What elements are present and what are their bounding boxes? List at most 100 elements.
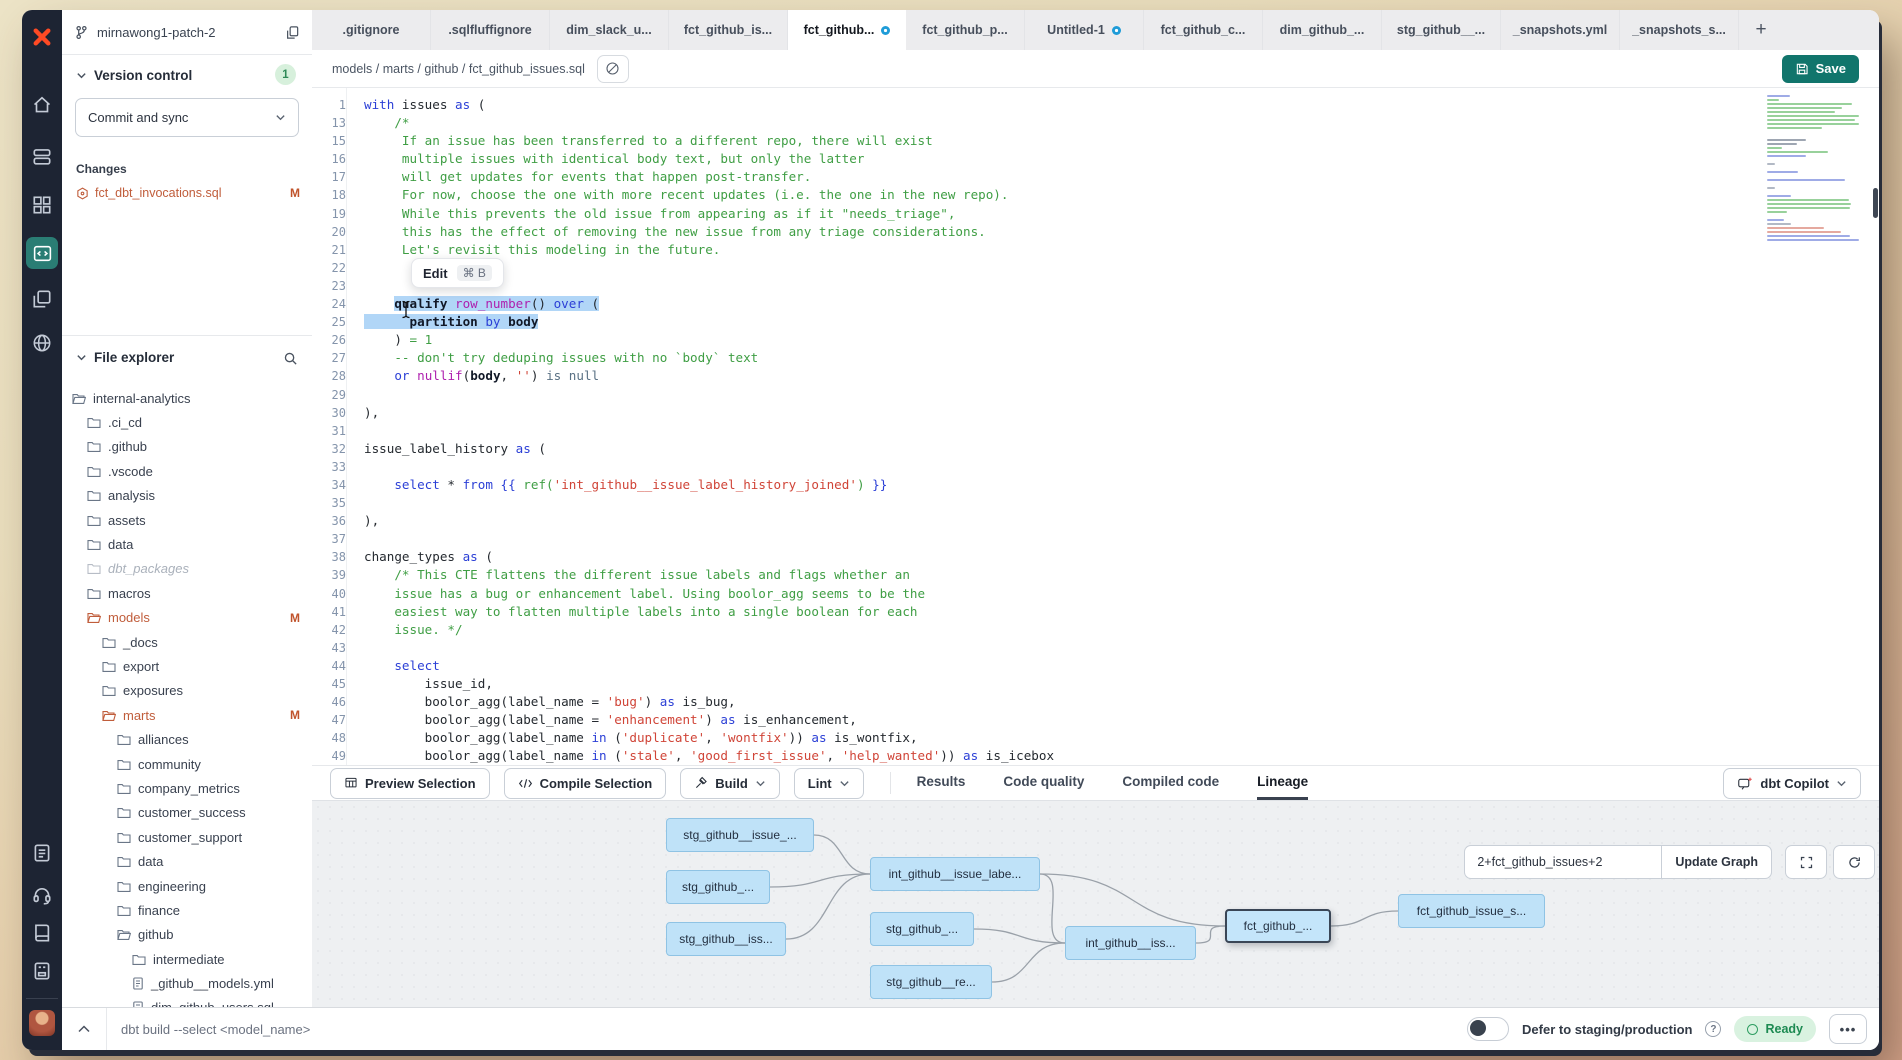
panel-tab-code-quality[interactable]: Code quality — [1003, 766, 1084, 800]
tree-item-engineering[interactable]: engineering — [62, 874, 312, 898]
tree-item-.vscode[interactable]: .vscode — [62, 459, 312, 483]
minimap-line — [1767, 163, 1775, 165]
lineage-node-8[interactable]: fct_github_issue_s... — [1398, 894, 1545, 928]
version-control-header[interactable]: Version control — [76, 68, 192, 83]
card-icon[interactable] — [31, 960, 53, 982]
tab-fct_github...[interactable]: fct_github... — [788, 10, 906, 50]
branch-row[interactable]: mirnawong1-patch-2 — [62, 10, 312, 55]
compile-selection-button[interactable]: Compile Selection — [504, 768, 667, 799]
code-editor[interactable]: 1with issues as (13 /*15 If an issue has… — [312, 88, 1879, 765]
tree-item-_github__models.yml[interactable]: _github__models.yml — [62, 971, 312, 995]
dbt-copilot-button[interactable]: dbt Copilot — [1723, 768, 1861, 799]
code-editor-icon[interactable] — [26, 237, 58, 269]
tree-item-data[interactable]: data — [62, 849, 312, 873]
expand-command-bar-button[interactable] — [62, 1008, 107, 1050]
copy-icon[interactable] — [285, 25, 300, 40]
tree-item-data[interactable]: data — [62, 532, 312, 556]
grid-icon[interactable] — [31, 194, 53, 216]
build-button[interactable]: Build — [680, 768, 780, 799]
tree-item-alliances[interactable]: alliances — [62, 727, 312, 751]
tree-item-dbt_packages[interactable]: dbt_packages — [62, 557, 312, 581]
commit-and-sync-button[interactable]: Commit and sync — [75, 98, 299, 137]
tree-item-analysis[interactable]: analysis — [62, 484, 312, 508]
minimap[interactable] — [1767, 95, 1859, 243]
tree-item-assets[interactable]: assets — [62, 508, 312, 532]
edit-tooltip[interactable]: Edit ⌘ B — [411, 258, 504, 288]
lineage-node-1[interactable]: stg_github_... — [666, 870, 770, 904]
help-icon[interactable]: ? — [1705, 1021, 1721, 1037]
tree-item-customer_support[interactable]: customer_support — [62, 825, 312, 849]
windows-icon[interactable] — [31, 288, 53, 310]
search-icon[interactable] — [283, 351, 298, 371]
tree-item-company_metrics[interactable]: company_metrics — [62, 776, 312, 800]
preview-selection-button[interactable]: Preview Selection — [330, 768, 490, 799]
update-graph-button[interactable]: Update Graph — [1661, 845, 1772, 879]
defer-toggle[interactable] — [1467, 1017, 1509, 1041]
database-icon[interactable] — [31, 146, 53, 168]
tab-stg_github__...[interactable]: stg_github__... — [1382, 10, 1501, 50]
folder-icon — [87, 489, 101, 502]
line-number: 15 — [312, 132, 354, 150]
copilot-file-icon[interactable] — [597, 55, 629, 83]
dbt-logo-icon[interactable] — [29, 24, 55, 50]
code-line-26: 26 ) = 1 — [312, 331, 1879, 349]
tab-_snapshots_s...[interactable]: _snapshots_s... — [1620, 10, 1739, 50]
tab-_snapshots.yml[interactable]: _snapshots.yml — [1501, 10, 1620, 50]
line-number: 41 — [312, 603, 354, 621]
lineage-node-7[interactable]: fct_github_... — [1225, 909, 1331, 943]
new-tab-button[interactable]: + — [1739, 10, 1783, 50]
tree-item-export[interactable]: export — [62, 654, 312, 678]
lineage-node-5[interactable]: stg_github__re... — [870, 965, 992, 999]
command-input[interactable]: dbt build --select <model_name> — [107, 1022, 1467, 1037]
tree-item-.github[interactable]: .github — [62, 435, 312, 459]
scrollbar-thumb[interactable] — [1873, 188, 1878, 218]
lint-button[interactable]: Lint — [794, 768, 864, 799]
lineage-node-6[interactable]: int_github__iss... — [1065, 926, 1196, 960]
tree-item-intermediate[interactable]: intermediate — [62, 947, 312, 971]
panel-tab-compiled-code[interactable]: Compiled code — [1122, 766, 1219, 800]
tab-fct_github_p...[interactable]: fct_github_p... — [906, 10, 1025, 50]
editor-tabbar: .gitignore.sqlfluffignoredim_slack_u...f… — [312, 10, 1879, 50]
headset-icon[interactable] — [31, 884, 53, 906]
tree-item-label: community — [138, 757, 201, 772]
tab-Untitled-1[interactable]: Untitled-1 — [1025, 10, 1144, 50]
more-options-button[interactable]: ••• — [1829, 1014, 1867, 1044]
tree-item-label: customer_success — [138, 805, 246, 820]
tree-item-exposures[interactable]: exposures — [62, 679, 312, 703]
globe-icon[interactable] — [31, 332, 53, 354]
tree-item-community[interactable]: community — [62, 752, 312, 776]
tab-fct_github_is...[interactable]: fct_github_is... — [669, 10, 788, 50]
file-explorer-header[interactable]: File explorer — [76, 350, 174, 365]
refresh-button[interactable] — [1833, 845, 1875, 879]
tree-item-models[interactable]: modelsM — [62, 606, 312, 630]
clipboard-icon[interactable] — [31, 842, 53, 864]
changed-file-row[interactable]: fct_dbt_invocations.sql M — [76, 182, 300, 204]
tree-item-finance[interactable]: finance — [62, 898, 312, 922]
lineage-node-4[interactable]: stg_github_... — [870, 912, 974, 946]
avatar[interactable] — [29, 1010, 55, 1036]
tree-item-customer_success[interactable]: customer_success — [62, 801, 312, 825]
tree-item-github[interactable]: github — [62, 923, 312, 947]
graph-selector-input[interactable]: 2+fct_github_issues+2 — [1464, 845, 1661, 879]
tree-item-macros[interactable]: macros — [62, 581, 312, 605]
lineage-node-2[interactable]: stg_github__iss... — [666, 922, 786, 956]
tree-item-internal-analytics[interactable]: internal-analytics — [62, 386, 312, 410]
tab-fct_github_c...[interactable]: fct_github_c... — [1144, 10, 1263, 50]
tab-label: fct_github_c... — [1161, 23, 1246, 37]
panel-tab-results[interactable]: Results — [917, 766, 966, 800]
tab-.sqlfluffignore[interactable]: .sqlfluffignore — [431, 10, 550, 50]
panel-tab-lineage[interactable]: Lineage — [1257, 766, 1308, 800]
tab-.gitignore[interactable]: .gitignore — [312, 10, 431, 50]
lineage-node-3[interactable]: int_github__issue_labe... — [870, 857, 1040, 891]
home-icon[interactable] — [31, 94, 53, 116]
tree-item-marts[interactable]: martsM — [62, 703, 312, 727]
line-number: 48 — [312, 729, 354, 747]
lineage-node-0[interactable]: stg_github__issue_... — [666, 818, 814, 852]
tree-item-.ci_cd[interactable]: .ci_cd — [62, 410, 312, 434]
save-button[interactable]: Save — [1782, 55, 1859, 83]
tab-dim_slack_u...[interactable]: dim_slack_u... — [550, 10, 669, 50]
tab-dim_github_...[interactable]: dim_github_... — [1263, 10, 1382, 50]
fullscreen-button[interactable] — [1785, 845, 1827, 879]
docs-icon[interactable] — [31, 922, 53, 944]
tree-item-_docs[interactable]: _docs — [62, 630, 312, 654]
